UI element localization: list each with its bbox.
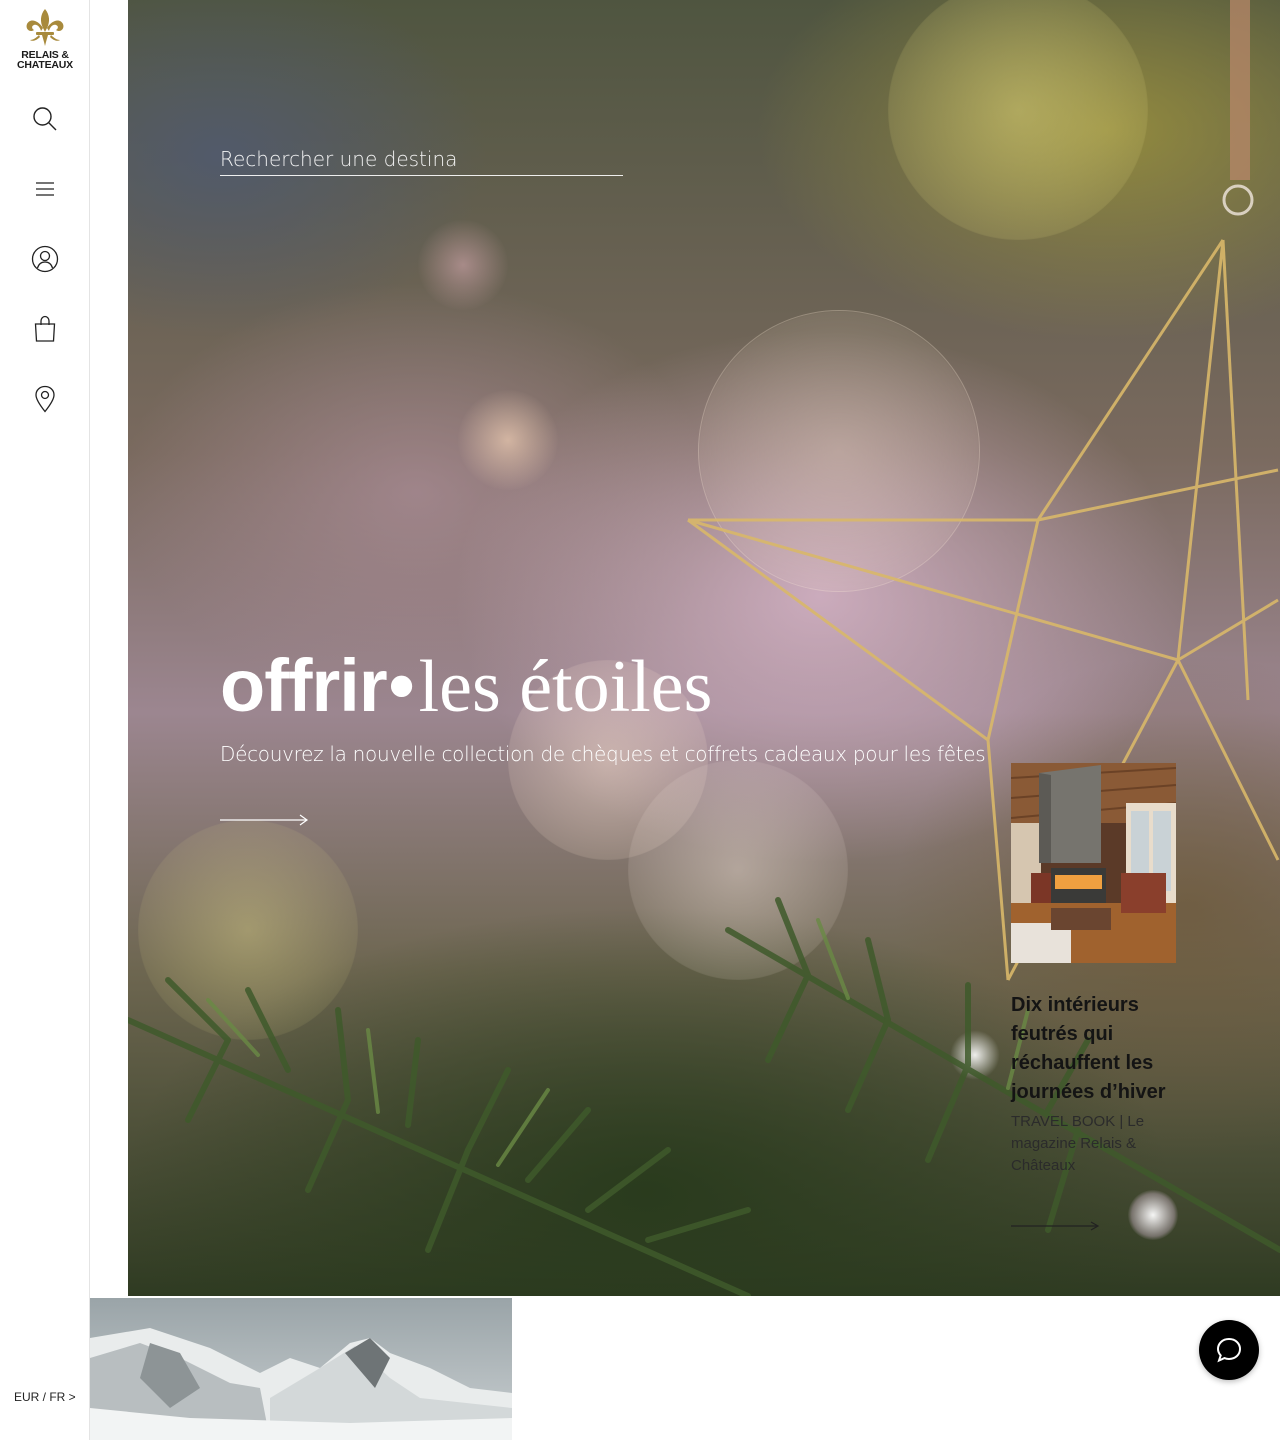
locations-button[interactable] [29,383,61,415]
account-icon [31,245,59,273]
brand-wordmark: RELAIS & CHATEAUX [8,50,82,71]
destination-search [220,144,623,176]
currency-language-selector[interactable]: EUR / FR > [14,1390,76,1404]
bokeh-light [698,310,980,592]
mountain-image-art [90,1298,512,1440]
account-button[interactable] [29,243,61,275]
article-image[interactable] [1011,763,1176,963]
chat-bubble-icon [1216,1337,1242,1363]
shopping-bag-icon [34,315,56,342]
sidebar: RELAIS & CHATEAUX EUR / FR > [0,0,90,1440]
search-icon [33,107,57,131]
search-button[interactable] [29,103,61,135]
chat-button[interactable] [1199,1320,1259,1380]
destination-search-input[interactable] [220,144,623,174]
hero-banner: offrir•les étoiles Découvrez la nouvelle… [128,0,1280,1296]
bokeh-light [1128,1190,1178,1240]
article-meta: TRAVEL BOOK | Le magazine Relais & Châte… [1011,1113,1145,1174]
bokeh-light [888,0,1148,240]
article-image-art [1011,763,1176,963]
menu-button[interactable] [29,173,61,205]
article-card[interactable]: Dix intérieurs feutrés qui réchauffent l… [1011,763,1176,1231]
hero-cta-arrow-icon[interactable] [220,812,310,828]
bokeh-light [418,220,508,310]
hero-title-bold: offrir [220,644,388,727]
article-title[interactable]: Dix intérieurs feutrés qui réchauffent l… [1011,991,1176,1107]
hero-subtitle: Découvrez la nouvelle collection de chèq… [220,742,986,766]
bokeh-light [458,390,558,490]
bokeh-light [628,760,848,980]
location-pin-icon [35,385,55,413]
article-arrow-icon[interactable] [1011,1220,1101,1232]
hero-title: offrir•les étoiles [220,640,712,733]
cart-button[interactable] [29,313,61,345]
mountain-image [90,1298,512,1440]
menu-icon [36,182,54,196]
bokeh-light [950,1030,1000,1080]
fleur-de-lis-icon [26,9,64,46]
brand-line-2: CHATEAUX [17,59,73,71]
brand-logo[interactable]: RELAIS & CHATEAUX [8,8,82,70]
hero-title-serif: les étoiles [418,646,713,728]
bokeh-light [138,820,358,1040]
hero-title-dot: • [388,644,415,727]
